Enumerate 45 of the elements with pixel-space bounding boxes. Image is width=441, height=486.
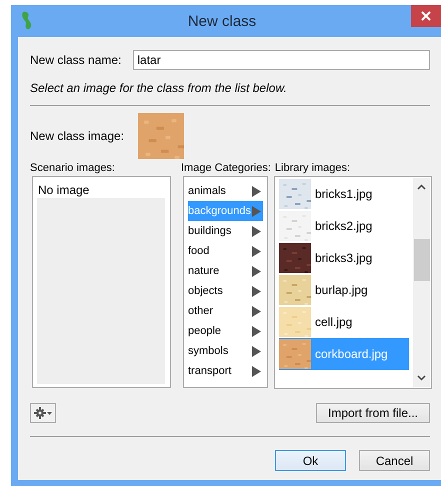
list-heading: Image Categories: [181, 162, 271, 176]
library-item[interactable]: burlap.jpg [279, 274, 409, 306]
close-button[interactable] [411, 5, 441, 27]
category-item[interactable]: other [188, 301, 263, 321]
list-heading: Scenario images: [30, 162, 116, 176]
arrow-icon [252, 326, 261, 336]
arrow-icon [252, 186, 261, 196]
category-item[interactable]: nature [188, 261, 263, 281]
gear-menu-button[interactable] [30, 403, 56, 423]
import-button[interactable]: Import from file... [316, 403, 430, 423]
category-item[interactable]: symbols [188, 341, 263, 361]
library-item[interactable]: cell.jpg [279, 306, 409, 338]
arrow-icon [252, 346, 261, 356]
category-item[interactable]: food [188, 241, 263, 261]
preview-label: New class image: [30, 129, 124, 143]
category-item[interactable]: transport [188, 361, 263, 381]
arrow-icon [252, 266, 261, 276]
category-item[interactable]: people [188, 321, 263, 341]
scroll-down-icon[interactable] [417, 375, 426, 381]
scrollbar-thumb[interactable] [414, 239, 430, 281]
arrow-icon [252, 366, 261, 376]
name-field[interactable]: latar [133, 50, 430, 70]
arrow-icon [252, 286, 261, 296]
category-item[interactable]: buildings [188, 221, 263, 241]
library-item[interactable]: bricks2.jpg [279, 210, 409, 242]
instruction-text: Select an image for the class from the list below. [30, 81, 288, 95]
arrow-icon [252, 306, 261, 316]
field-label: New class name: [30, 53, 122, 67]
dialog-button[interactable]: Cancel [359, 450, 430, 471]
dialog-button[interactable]: Ok [275, 450, 346, 471]
library-item[interactable]: bricks3.jpg [279, 242, 409, 274]
foot-icon [21, 11, 33, 31]
library-item[interactable]: bricks1.jpg [279, 178, 409, 210]
window-title: New class [188, 12, 256, 30]
gear-icon [34, 407, 52, 419]
arrow-icon [252, 206, 261, 216]
scroll-up-icon[interactable] [417, 184, 426, 190]
list-heading: Library images: [274, 162, 350, 176]
category-item[interactable]: objects [188, 281, 263, 301]
category-item[interactable]: animals [188, 181, 263, 201]
close-icon [421, 11, 431, 21]
list-item[interactable]: No image [37, 183, 165, 198]
scrollbar[interactable] [413, 178, 430, 387]
arrow-icon [252, 226, 261, 236]
arrow-icon [252, 246, 261, 256]
